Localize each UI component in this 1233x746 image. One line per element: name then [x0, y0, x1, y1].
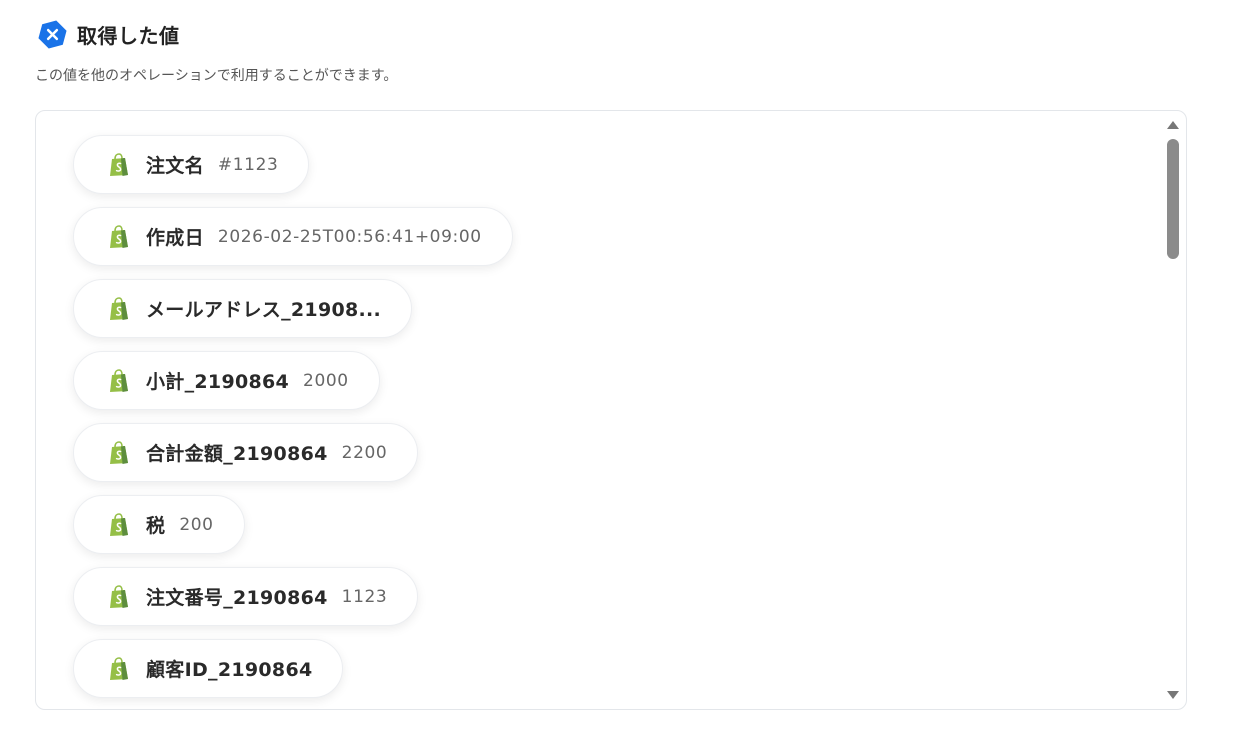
value-chip[interactable]: メールアドレス_21908... [73, 279, 413, 338]
value-chip[interactable]: 顧客ID_2190864 [73, 639, 344, 698]
value-chip-value: 2200 [341, 442, 388, 463]
section-header: 取得した値 [37, 19, 180, 50]
value-chip-value: 2000 [303, 370, 349, 391]
value-chip-value: 1123 [341, 586, 388, 607]
value-chip-value: 2026-02-25T00:56:41+09:00 [217, 226, 482, 247]
section-description: この値を他のオペレーションで利用することができます。 [35, 68, 398, 84]
value-chip-value: #1123 [217, 154, 279, 175]
shopify-bag-icon [110, 224, 128, 248]
value-chip[interactable]: 税 200 [73, 495, 245, 554]
shopify-bag-icon [110, 512, 128, 536]
yoom-logo-icon [38, 20, 67, 49]
value-chip[interactable]: 合計金額_2190864 2200 [73, 423, 419, 482]
values-panel: 注文名 #1123 作成日 2026-02-25T00:56:41+09:00 … [35, 110, 1187, 710]
section-title: 取得した値 [77, 24, 180, 48]
shopify-bag-icon [110, 440, 128, 464]
scroll-down-arrow-icon[interactable] [1167, 691, 1179, 699]
shopify-bag-icon [110, 152, 128, 176]
shopify-bag-icon [110, 584, 128, 608]
value-chip-label: 合計金額_2190864 [146, 443, 328, 465]
shopify-bag-icon [110, 368, 128, 392]
value-chip-label: 顧客ID_2190864 [146, 659, 313, 681]
value-chip[interactable]: 作成日 2026-02-25T00:56:41+09:00 [73, 207, 513, 266]
value-chip[interactable]: 注文名 #1123 [73, 135, 310, 194]
scroll-up-arrow-icon[interactable] [1167, 121, 1179, 129]
shopify-bag-icon [110, 656, 128, 680]
value-chip-label: 作成日 [146, 227, 204, 249]
scroll-thumb[interactable] [1167, 139, 1179, 259]
values-list: 注文名 #1123 作成日 2026-02-25T00:56:41+09:00 … [73, 135, 513, 698]
vertical-scrollbar[interactable] [1166, 111, 1180, 709]
value-chip[interactable]: 小計_2190864 2000 [73, 351, 380, 410]
value-chip[interactable]: 注文番号_2190864 1123 [73, 567, 419, 626]
value-chip-value: 200 [179, 514, 214, 535]
value-chip-label: 税 [146, 515, 166, 537]
value-chip-label: 注文番号_2190864 [146, 587, 328, 609]
value-chip-label: 注文名 [146, 155, 204, 177]
shopify-bag-icon [110, 296, 128, 320]
value-chip-label: メールアドレス_21908... [146, 299, 382, 321]
value-chip-label: 小計_2190864 [146, 371, 290, 393]
